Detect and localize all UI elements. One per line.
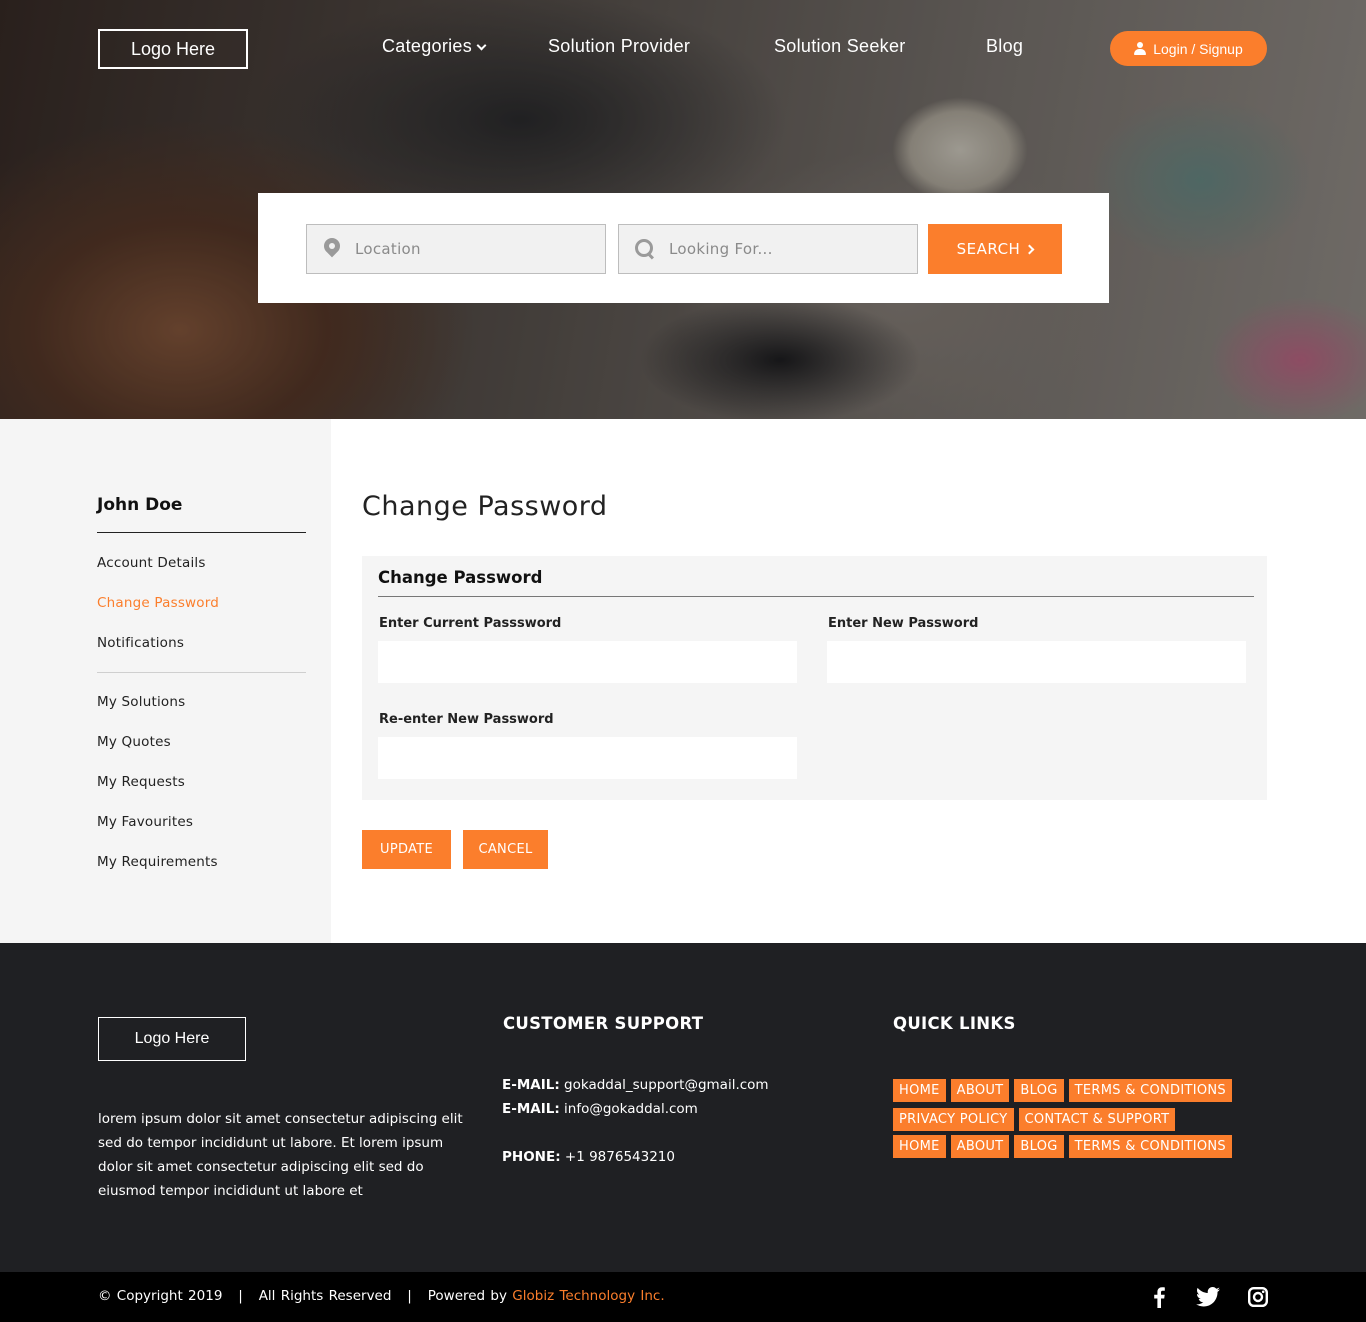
nav-blog[interactable]: Blog bbox=[986, 36, 1023, 57]
sidebar-item-my-requirements[interactable]: My Requirements bbox=[97, 854, 218, 870]
facebook-icon[interactable] bbox=[1150, 1286, 1168, 1308]
sidebar-item-my-solutions[interactable]: My Solutions bbox=[97, 694, 185, 710]
sidebar-item-notifications[interactable]: Notifications bbox=[97, 635, 184, 651]
form-divider bbox=[378, 596, 1254, 597]
chevron-right-icon bbox=[1024, 244, 1035, 254]
sidebar-item-my-favourites[interactable]: My Favourites bbox=[97, 814, 193, 830]
change-password-form: Change Password Enter Current Passsword … bbox=[362, 556, 1267, 800]
quick-link-blog[interactable]: BLOG bbox=[1014, 1135, 1064, 1158]
quick-link-terms[interactable]: TERMS & CONDITIONS bbox=[1068, 1079, 1232, 1102]
quick-link-about[interactable]: ABOUT bbox=[950, 1135, 1010, 1158]
footer-about-text: lorem ipsum dolor sit amet consectetur a… bbox=[98, 1111, 463, 1199]
looking-for-input[interactable]: Looking For... bbox=[618, 224, 918, 274]
account-sidebar: John Doe Account Details Change Password… bbox=[0, 419, 331, 943]
quick-link-blog[interactable]: BLOG bbox=[1014, 1079, 1064, 1102]
quick-link-home[interactable]: HOME bbox=[893, 1079, 946, 1102]
email-label: E-MAIL: bbox=[502, 1101, 560, 1117]
support-email-line: E-MAIL: gokaddal_support@gmail.com bbox=[502, 1077, 769, 1093]
nav-categories[interactable]: Categories bbox=[382, 36, 487, 57]
customer-support-heading: CUSTOMER SUPPORT bbox=[503, 1014, 704, 1033]
quick-link-about[interactable]: ABOUT bbox=[950, 1079, 1010, 1102]
search-button[interactable]: SEARCH bbox=[928, 224, 1062, 274]
form-title: Change Password bbox=[378, 568, 543, 587]
search-button-label: SEARCH bbox=[956, 240, 1021, 258]
new-password-label: Enter New Password bbox=[828, 616, 979, 631]
location-input[interactable]: Location bbox=[306, 224, 606, 274]
sidebar-divider bbox=[97, 532, 306, 533]
quick-links-heading: QUICK LINKS bbox=[893, 1014, 1016, 1033]
quick-link-terms[interactable]: TERMS & CONDITIONS bbox=[1068, 1135, 1232, 1158]
user-name: John Doe bbox=[97, 495, 183, 515]
info-email[interactable]: info@gokaddal.com bbox=[564, 1101, 698, 1117]
search-panel: Location Looking For... SEARCH bbox=[258, 193, 1109, 303]
location-placeholder: Location bbox=[355, 240, 421, 258]
main-content: Change Password Change Password Enter Cu… bbox=[331, 419, 1366, 943]
sidebar-item-change-password[interactable]: Change Password bbox=[97, 595, 219, 611]
user-icon bbox=[1134, 42, 1147, 55]
sidebar-divider bbox=[97, 672, 306, 673]
nav-solution-seeker[interactable]: Solution Seeker bbox=[774, 36, 906, 57]
sidebar-item-my-quotes[interactable]: My Quotes bbox=[97, 734, 171, 750]
copyright-bar: © Copyright 2019 | All Rights Reserved |… bbox=[0, 1272, 1366, 1322]
current-password-field[interactable] bbox=[378, 641, 797, 683]
quick-link-contact[interactable]: CONTACT & SUPPORT bbox=[1018, 1108, 1176, 1131]
chevron-down-icon bbox=[476, 40, 487, 51]
twitter-icon[interactable] bbox=[1195, 1286, 1221, 1308]
quick-link-privacy[interactable]: PRIVACY POLICY bbox=[893, 1108, 1014, 1131]
phone-label: PHONE: bbox=[502, 1149, 561, 1165]
info-email-line: E-MAIL: info@gokaddal.com bbox=[502, 1101, 698, 1117]
copyright-label: © Copyright 2019 | All Rights Reserved |… bbox=[98, 1288, 507, 1304]
search-icon bbox=[635, 239, 655, 259]
current-password-label: Enter Current Passsword bbox=[379, 616, 562, 631]
footer: Logo Here lorem ipsum dolor sit amet con… bbox=[0, 943, 1366, 1272]
footer-logo[interactable]: Logo Here bbox=[98, 1017, 246, 1061]
cancel-button[interactable]: CANCEL bbox=[463, 830, 548, 869]
looking-for-placeholder: Looking For... bbox=[669, 240, 773, 258]
copyright-text: © Copyright 2019 | All Rights Reserved |… bbox=[98, 1288, 665, 1304]
sidebar-item-my-requests[interactable]: My Requests bbox=[97, 774, 185, 790]
powered-by-link[interactable]: Globiz Technology Inc. bbox=[512, 1288, 664, 1304]
hero-banner: Logo Here Categories Solution Provider S… bbox=[0, 0, 1366, 419]
header-logo[interactable]: Logo Here bbox=[98, 29, 248, 69]
phone-number[interactable]: +1 9876543210 bbox=[565, 1149, 675, 1165]
quick-links: HOME ABOUT BLOG TERMS & CONDITIONS PRIVA… bbox=[893, 1079, 1273, 1164]
instagram-icon[interactable] bbox=[1247, 1286, 1269, 1308]
nav-categories-label: Categories bbox=[382, 36, 473, 56]
new-password-field[interactable] bbox=[827, 641, 1246, 683]
quick-link-home[interactable]: HOME bbox=[893, 1135, 946, 1158]
support-email[interactable]: gokaddal_support@gmail.com bbox=[564, 1077, 769, 1093]
update-button[interactable]: UPDATE bbox=[362, 830, 451, 869]
login-signup-label: Login / Signup bbox=[1153, 40, 1243, 57]
reenter-password-field[interactable] bbox=[378, 737, 797, 779]
sidebar-item-account-details[interactable]: Account Details bbox=[97, 555, 206, 571]
location-pin-icon bbox=[323, 238, 341, 260]
login-signup-button[interactable]: Login / Signup bbox=[1110, 31, 1267, 66]
email-label: E-MAIL: bbox=[502, 1077, 560, 1093]
nav-solution-provider[interactable]: Solution Provider bbox=[548, 36, 690, 57]
phone-line: PHONE: +1 9876543210 bbox=[502, 1149, 675, 1165]
reenter-password-label: Re-enter New Password bbox=[379, 712, 554, 727]
page-title: Change Password bbox=[362, 491, 608, 522]
